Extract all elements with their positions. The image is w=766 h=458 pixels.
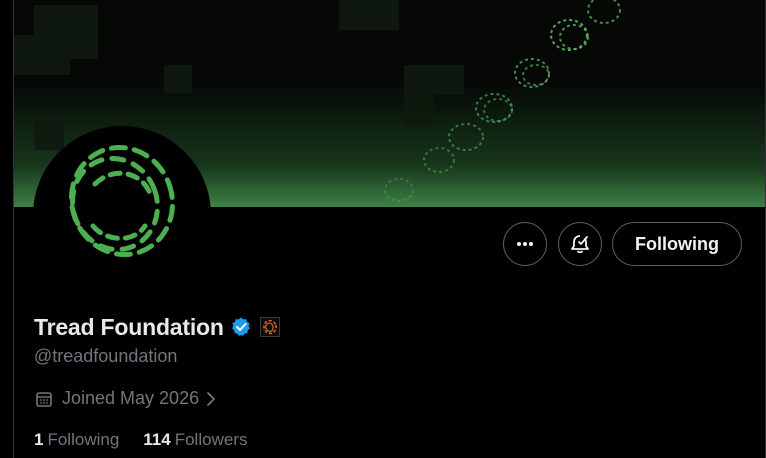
joined-text: Joined May 2026 [62, 388, 200, 408]
display-name-row: Tread Foundation [34, 312, 280, 342]
chevron-right-icon [205, 390, 217, 408]
profile-handle: @treadfoundation [34, 346, 178, 366]
notifications-button[interactable] [558, 222, 602, 266]
tread-logo-icon [69, 144, 175, 258]
calendar-icon [34, 389, 54, 409]
following-stat-link[interactable]: 1 Following [34, 430, 119, 450]
more-horizontal-icon [517, 242, 533, 246]
bell-check-icon [571, 235, 589, 254]
following-label: Following [47, 430, 120, 449]
joined-date[interactable]: Joined May 2026 [34, 388, 217, 409]
followers-count: 114 [143, 430, 171, 449]
followers-stat-link[interactable]: 114 Followers [143, 430, 247, 450]
verified-badge-icon[interactable] [230, 316, 252, 338]
following-button[interactable]: Following [612, 222, 742, 266]
following-count: 1 [34, 430, 44, 449]
profile-avatar[interactable] [33, 126, 211, 304]
display-name: Tread Foundation [34, 313, 224, 340]
follow-stats: 1 Following 114 Followers [34, 430, 247, 450]
affiliate-logo-icon[interactable] [259, 317, 280, 337]
followers-label: Followers [174, 430, 248, 449]
profile-page: Following Tread Foundation @treadfoundat… [0, 0, 766, 458]
more-button[interactable] [503, 222, 547, 266]
